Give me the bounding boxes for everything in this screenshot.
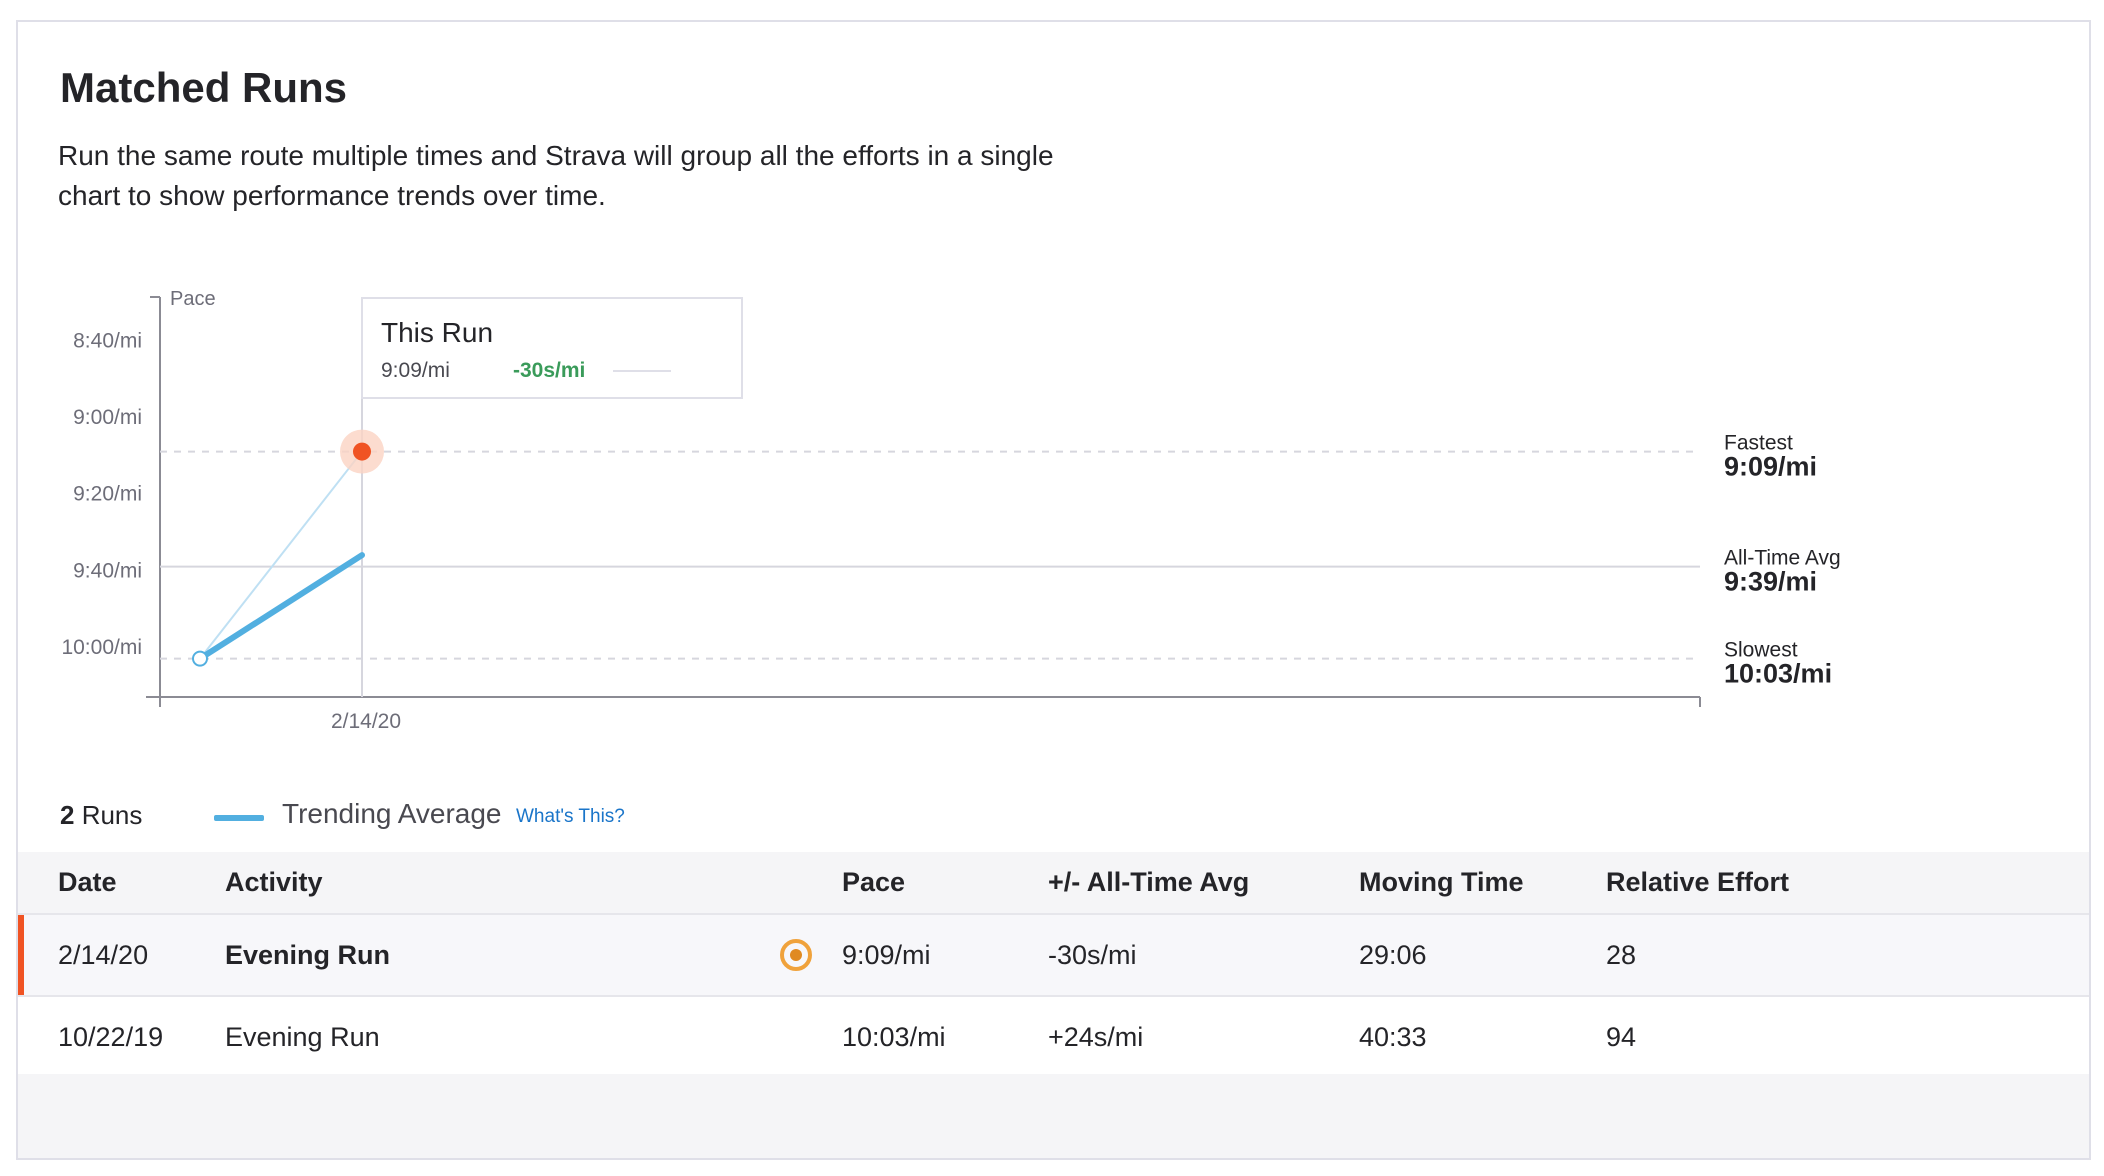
row-date: 10/22/19 <box>18 996 225 1079</box>
reference-value: 9:09/mi <box>1724 452 1817 482</box>
target-icon <box>780 939 812 972</box>
row-relative-effort: 94 <box>1606 996 2089 1079</box>
y-tick-label: 9:20/mi <box>73 483 142 506</box>
table-row[interactable]: 10/22/19 Evening Run 10:03/mi +24s/mi 40… <box>18 996 2089 1079</box>
y-tick-label: 8:40/mi <box>73 329 142 352</box>
row-moving-time: 29:06 <box>1359 914 1606 997</box>
header-date[interactable]: Date <box>18 852 225 915</box>
chart-legend: 2 Runs Trending Average What's This? <box>60 798 1260 840</box>
table-header-row: Date Activity Pace +/- All-Time Avg Movi… <box>18 852 2089 915</box>
footer-strip <box>18 1074 2089 1158</box>
run-point <box>192 650 208 667</box>
row-date: 2/14/20 <box>18 914 225 997</box>
row-activity: Evening Run <box>225 914 636 997</box>
matched-runs-card: Matched Runs Run the same route multiple… <box>16 20 2091 1160</box>
y-tick-label: 9:00/mi <box>73 406 142 429</box>
current-run-point <box>353 442 371 461</box>
row-pace: 10:03/mi <box>842 996 1048 1079</box>
x-tick-label: 2/14/20 <box>331 710 401 733</box>
row-badge <box>636 996 842 1079</box>
row-relative-effort: 28 <box>1606 914 2089 997</box>
runs-count-label: 2 Runs <box>60 800 142 831</box>
header-badge <box>636 852 842 915</box>
tooltip-pace: 9:09/mi <box>381 359 450 382</box>
tooltip-diff: -30s/mi <box>513 359 586 382</box>
activity-link[interactable]: Evening Run <box>225 1022 380 1052</box>
reference-value: 10:03/mi <box>1724 659 1832 689</box>
row-pace: 9:09/mi <box>842 914 1048 997</box>
this-run-tooltip: This Run 9:09/mi -30s/mi <box>361 297 743 399</box>
header-diff[interactable]: +/- All-Time Avg <box>1048 852 1359 915</box>
runs-count: 2 <box>60 800 75 830</box>
y-axis-label: Pace <box>170 288 216 310</box>
trending-average-line <box>197 552 365 662</box>
whats-this-link[interactable]: What's This? <box>516 806 625 828</box>
runs-table: Date Activity Pace +/- All-Time Avg Movi… <box>18 852 2089 1079</box>
tooltip-divider <box>613 370 671 372</box>
y-tick-label: 10:00/mi <box>61 636 142 659</box>
row-activity: Evening Run <box>225 996 636 1079</box>
header-relative-effort[interactable]: Relative Effort <box>1606 852 2089 915</box>
runs-label: Runs <box>74 800 143 830</box>
row-diff: +24s/mi <box>1048 996 1359 1079</box>
reference-value: 9:39/mi <box>1724 567 1817 597</box>
activity-link[interactable]: Evening Run <box>225 940 390 970</box>
row-badge <box>636 914 842 997</box>
header-pace[interactable]: Pace <box>842 852 1048 915</box>
table-row[interactable]: 2/14/20 Evening Run 9:09/mi -30s/mi 29:0… <box>18 914 2089 997</box>
tooltip-title: This Run <box>381 317 494 348</box>
header-activity[interactable]: Activity <box>225 852 636 915</box>
y-tick-label: 9:40/mi <box>73 559 142 582</box>
row-diff: -30s/mi <box>1048 914 1359 997</box>
trend-swatch <box>214 815 264 821</box>
row-moving-time: 40:33 <box>1359 996 1606 1079</box>
header-moving-time[interactable]: Moving Time <box>1359 852 1606 915</box>
pace-chart: Pace 8:40/mi 9:00/mi 9:20/mi 9:40/mi 10:00/mi… <box>61 288 1840 733</box>
runs-connector-line <box>199 450 363 660</box>
trend-label: Trending Average <box>282 798 502 829</box>
